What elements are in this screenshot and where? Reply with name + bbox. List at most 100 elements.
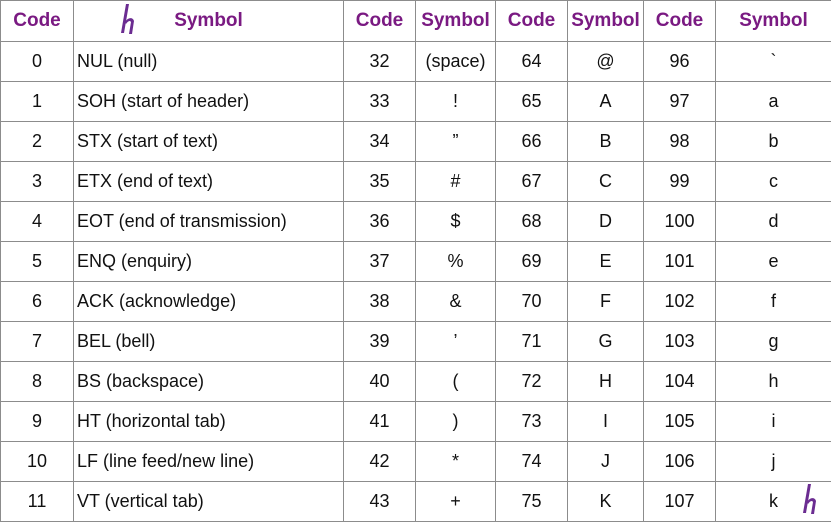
code-cell: 96: [644, 42, 716, 82]
table-body: 0NUL (null)32(space)64@96`1SOH (start of…: [1, 42, 831, 522]
table-row: 8BS (backspace)40(72H104h: [1, 362, 831, 402]
symbol-cell: #: [416, 162, 496, 202]
symbol-cell: NUL (null): [74, 42, 344, 82]
code-cell: 102: [644, 282, 716, 322]
symbol-cell: g: [716, 322, 831, 362]
symbol-cell: f: [716, 282, 831, 322]
symbol-cell: D: [568, 202, 644, 242]
symbol-cell: H: [568, 362, 644, 402]
symbol-cell: A: [568, 82, 644, 122]
code-cell: 69: [496, 242, 568, 282]
code-cell: 4: [1, 202, 74, 242]
symbol-cell: E: [568, 242, 644, 282]
symbol-cell: h: [716, 362, 831, 402]
code-cell: 36: [344, 202, 416, 242]
symbol-cell: BS (backspace): [74, 362, 344, 402]
symbol-cell: +: [416, 482, 496, 522]
table-row: 7BEL (bell)39’71G103g: [1, 322, 831, 362]
code-cell: 6: [1, 282, 74, 322]
symbol-cell: B: [568, 122, 644, 162]
symbol-cell: ENQ (enquiry): [74, 242, 344, 282]
code-cell: 97: [644, 82, 716, 122]
symbol-cell: i: [716, 402, 831, 442]
code-cell: 37: [344, 242, 416, 282]
code-cell: 32: [344, 42, 416, 82]
code-cell: 68: [496, 202, 568, 242]
symbol-cell: HT (horizontal tab): [74, 402, 344, 442]
symbol-cell: J: [568, 442, 644, 482]
code-cell: 105: [644, 402, 716, 442]
code-cell: 103: [644, 322, 716, 362]
code-cell: 3: [1, 162, 74, 202]
symbol-cell: LF (line feed/new line): [74, 442, 344, 482]
symbol-cell: $: [416, 202, 496, 242]
code-cell: 107: [644, 482, 716, 522]
code-cell: 35: [344, 162, 416, 202]
table-row: 10LF (line feed/new line)42*74J106j: [1, 442, 831, 482]
symbol-cell: ): [416, 402, 496, 442]
symbol-cell: G: [568, 322, 644, 362]
symbol-cell: F: [568, 282, 644, 322]
header-code-4: Code: [644, 1, 716, 42]
symbol-cell: VT (vertical tab): [74, 482, 344, 522]
symbol-cell: K: [568, 482, 644, 522]
code-cell: 10: [1, 442, 74, 482]
code-cell: 43: [344, 482, 416, 522]
symbol-cell: d: [716, 202, 831, 242]
code-cell: 7: [1, 322, 74, 362]
code-cell: 34: [344, 122, 416, 162]
symbol-cell: I: [568, 402, 644, 442]
code-cell: 66: [496, 122, 568, 162]
table-row: 6ACK (acknowledge)38&70F102f: [1, 282, 831, 322]
code-cell: 42: [344, 442, 416, 482]
code-cell: 70: [496, 282, 568, 322]
code-cell: 39: [344, 322, 416, 362]
symbol-cell: %: [416, 242, 496, 282]
header-symbol-3: Symbol: [568, 1, 644, 42]
symbol-cell: c: [716, 162, 831, 202]
symbol-cell: ’: [416, 322, 496, 362]
table-row: 4EOT (end of transmission)36$68D100d: [1, 202, 831, 242]
code-cell: 106: [644, 442, 716, 482]
code-cell: 100: [644, 202, 716, 242]
code-cell: 1: [1, 82, 74, 122]
code-cell: 67: [496, 162, 568, 202]
header-code-1: Code: [1, 1, 74, 42]
table-row: 11VT (vertical tab)43+75K107k: [1, 482, 831, 522]
symbol-cell: EOT (end of transmission): [74, 202, 344, 242]
code-cell: 0: [1, 42, 74, 82]
code-cell: 104: [644, 362, 716, 402]
symbol-cell: (space): [416, 42, 496, 82]
code-cell: 72: [496, 362, 568, 402]
code-cell: 64: [496, 42, 568, 82]
table-row: 2STX (start of text)34”66B98b: [1, 122, 831, 162]
code-cell: 2: [1, 122, 74, 162]
code-cell: 71: [496, 322, 568, 362]
symbol-cell: &: [416, 282, 496, 322]
code-cell: 8: [1, 362, 74, 402]
brand-h-logo-icon: [802, 483, 820, 517]
ascii-code-table: Code Symbol Code Symbol Code Symbol Code…: [0, 0, 831, 522]
symbol-cell: (: [416, 362, 496, 402]
code-cell: 74: [496, 442, 568, 482]
symbol-cell: *: [416, 442, 496, 482]
code-cell: 98: [644, 122, 716, 162]
symbol-cell: C: [568, 162, 644, 202]
header-symbol-2: Symbol: [416, 1, 496, 42]
symbol-cell: BEL (bell): [74, 322, 344, 362]
header-symbol-4: Symbol: [716, 1, 831, 42]
code-cell: 41: [344, 402, 416, 442]
code-cell: 99: [644, 162, 716, 202]
symbol-cell: @: [568, 42, 644, 82]
code-cell: 5: [1, 242, 74, 282]
code-cell: 11: [1, 482, 74, 522]
code-cell: 33: [344, 82, 416, 122]
code-cell: 65: [496, 82, 568, 122]
symbol-cell: e: [716, 242, 831, 282]
symbol-cell: a: [716, 82, 831, 122]
table-row: 1SOH (start of header)33!65A97a: [1, 82, 831, 122]
table-row: 0NUL (null)32(space)64@96`: [1, 42, 831, 82]
code-cell: 73: [496, 402, 568, 442]
header-code-2: Code: [344, 1, 416, 42]
symbol-cell: j: [716, 442, 831, 482]
